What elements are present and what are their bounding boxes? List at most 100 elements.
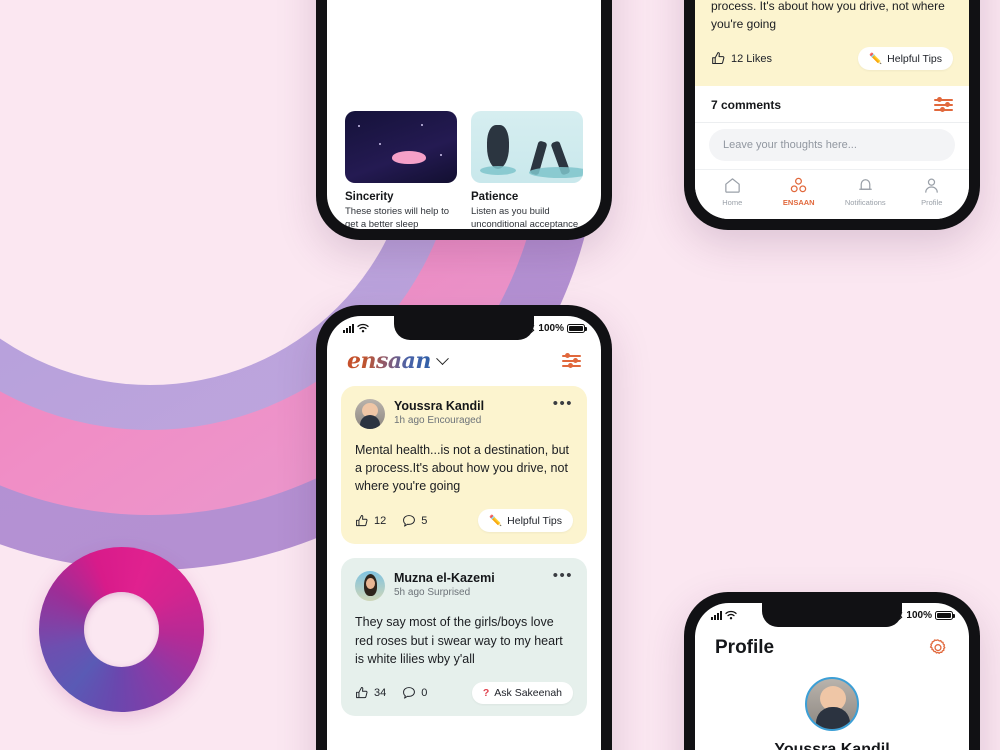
post-meta: 5h ago Surprised	[394, 587, 471, 599]
ask-sakeenah-button[interactable]: ? Ask Sakeenah	[471, 681, 573, 704]
question-icon: ?	[482, 686, 490, 699]
library-card-grid: Sincerity These stories will help to get…	[345, 111, 583, 229]
like-button[interactable]: 34	[355, 686, 386, 700]
detail-post: Youssra Kandil 1h Encouraged Mental heal…	[695, 0, 969, 86]
bottom-tab-bar: Home ENSAAN Notifications Profile	[695, 169, 969, 219]
library-card-description: Listen as you build unconditional accept…	[471, 206, 579, 229]
library-screen: Sincerity These stories will help to get…	[327, 0, 601, 229]
like-count: 34	[374, 686, 387, 699]
pill-label: Helpful Tips	[507, 514, 562, 527]
comment-input[interactable]: Leave your thoughts here...	[709, 129, 955, 161]
brand-selector[interactable]: ensaan	[347, 348, 449, 374]
post-text: Mental health...is not a destination, bu…	[355, 443, 570, 494]
post-author: Youssra Kandil	[394, 399, 485, 413]
battery-percent: 100%	[906, 609, 932, 621]
library-card-title: Patience	[471, 191, 519, 203]
tab-notifications[interactable]: Notifications	[832, 176, 899, 207]
phone-profile: 100% Profile Youssra Kandil I seek help	[684, 592, 980, 750]
post-header: Muzna el-Kazemi 5h ago Surprised •••	[355, 568, 573, 602]
like-button[interactable]: 12	[355, 514, 386, 528]
like-button[interactable]: 12 Likes	[711, 51, 772, 66]
yoga-thumbnail	[471, 111, 583, 183]
filter-icon[interactable]	[562, 353, 581, 369]
helpful-tips-button[interactable]: ✏️ Helpful Tips	[858, 47, 953, 70]
post-options-icon[interactable]: •••	[553, 396, 573, 411]
avatar[interactable]	[355, 571, 385, 602]
library-card[interactable]: Sincerity These stories will help to get…	[345, 111, 457, 229]
phone-library: Sincerity These stories will help to get…	[316, 0, 612, 240]
post-meta: 1h ago Encouraged	[394, 415, 482, 426]
pill-label: Ask Sakeenah	[494, 686, 562, 699]
post-options-icon[interactable]: •••	[553, 568, 573, 583]
signal-icon	[343, 324, 354, 333]
profile-header: Profile	[695, 627, 969, 665]
avatar[interactable]	[805, 677, 859, 731]
comments-header: 7 comments	[695, 86, 969, 123]
comments-count: 7 comments	[711, 98, 782, 112]
library-card-description: These stories will help to get a better …	[345, 206, 450, 229]
phone-comments: Youssra Kandil 1h Encouraged Mental heal…	[684, 0, 980, 230]
app-logo-wordmark: ensaan	[347, 348, 431, 374]
phone-feed: 100% ensaan Youssra Kandil 1h ago Encour…	[316, 305, 612, 750]
comments-screen: Youssra Kandil 1h Encouraged Mental heal…	[695, 0, 969, 219]
tab-label: Home	[722, 198, 743, 207]
post-actions: 12 Likes ✏️ Helpful Tips	[711, 47, 953, 70]
comment-icon	[403, 686, 416, 699]
chevron-down-icon[interactable]	[436, 351, 449, 365]
donut-logo-shape	[39, 547, 204, 712]
post-header: Youssra Kandil 1h ago Encouraged •••	[355, 396, 573, 429]
comment-button[interactable]: 5	[402, 514, 427, 528]
tab-ensaan[interactable]: ENSAAN	[766, 176, 833, 207]
bell-icon	[858, 179, 872, 190]
feed-header: ensaan	[327, 340, 601, 382]
tab-label: Profile	[921, 198, 943, 207]
wifi-icon	[725, 610, 737, 620]
tab-label: Notifications	[844, 198, 886, 207]
pencil-icon: ✏️	[869, 53, 883, 65]
pencil-icon: ✏️	[489, 515, 503, 528]
post-actions: 12 5 ✏️ Helpful Tips	[355, 509, 573, 533]
person-icon	[925, 178, 939, 193]
battery-icon	[567, 323, 587, 333]
wifi-icon	[357, 323, 369, 333]
feed-post[interactable]: Youssra Kandil 1h ago Encouraged ••• Men…	[341, 386, 587, 545]
likes-label: 12 Likes	[731, 52, 772, 65]
profile-screen: 100% Profile Youssra Kandil I seek help	[695, 603, 969, 750]
library-card[interactable]: Patience Listen as you build uncondition…	[471, 111, 583, 229]
signal-icon	[711, 611, 722, 620]
home-icon	[724, 178, 740, 193]
comment-count: 5	[421, 514, 428, 527]
battery-percent: 100%	[538, 322, 564, 334]
comment-button[interactable]: 0	[402, 686, 427, 700]
pill-label: Helpful Tips	[887, 52, 942, 65]
tab-home[interactable]: Home	[699, 176, 766, 207]
post-actions: 34 0 ? Ask Sakeenah	[355, 681, 573, 704]
filter-icon[interactable]	[934, 97, 953, 113]
feed-screen: 100% ensaan Youssra Kandil 1h ago Encour…	[327, 316, 601, 750]
feed-list: Youssra Kandil 1h ago Encouraged ••• Men…	[327, 382, 601, 716]
post-text: Mental health...is not a destination, bu…	[711, 0, 945, 31]
thumbs-up-icon	[356, 686, 368, 698]
comment-count: 0	[421, 686, 428, 699]
ensaan-icon	[791, 177, 807, 193]
night-sky-thumbnail	[345, 111, 457, 183]
library-card-title: Sincerity	[345, 191, 394, 203]
page-title: Profile	[715, 637, 775, 658]
battery-icon	[935, 610, 955, 620]
feed-post[interactable]: Muzna el-Kazemi 5h ago Surprised ••• The…	[341, 558, 587, 716]
notch	[762, 603, 902, 627]
profile-name: Youssra Kandil	[774, 741, 890, 750]
avatar[interactable]	[355, 399, 385, 429]
post-author: Muzna el-Kazemi	[394, 571, 495, 586]
thumbs-up-icon	[712, 52, 725, 64]
library-body: Sincerity These stories will help to get…	[327, 111, 601, 229]
gear-icon[interactable]	[927, 637, 949, 659]
post-text: They say most of the girls/boys love red…	[355, 615, 563, 666]
tab-label: ENSAAN	[782, 198, 815, 207]
tab-profile[interactable]: Profile	[899, 176, 966, 207]
profile-summary: Youssra Kandil I seek help	[695, 665, 969, 750]
comment-icon	[403, 514, 416, 527]
like-count: 12	[374, 514, 387, 527]
thumbs-up-icon	[356, 514, 368, 526]
helpful-tips-button[interactable]: ✏️ Helpful Tips	[478, 509, 573, 533]
